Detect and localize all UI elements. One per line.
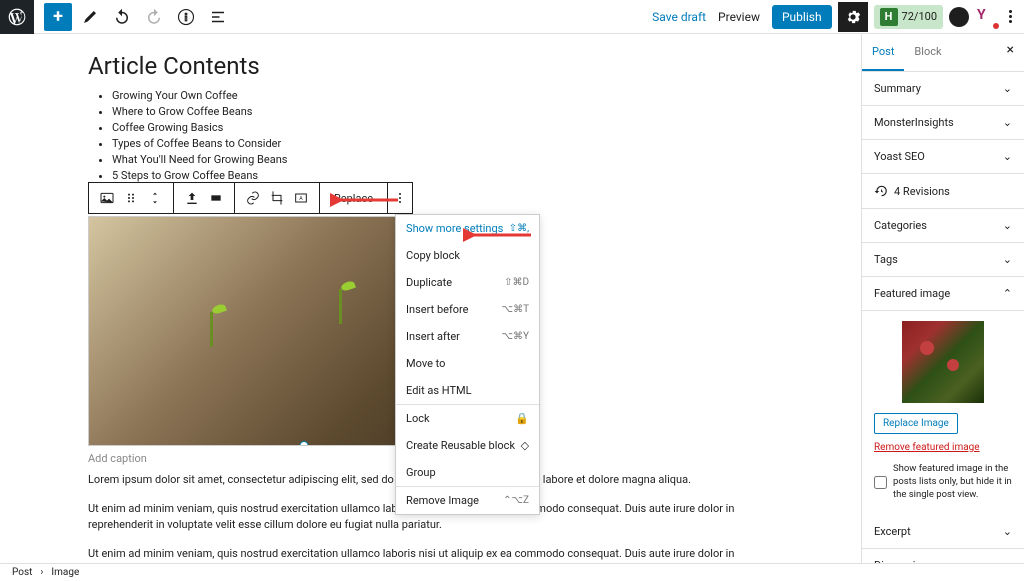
list-item[interactable]: Where to Grow Coffee Beans (112, 104, 811, 120)
panel-yoast[interactable]: Yoast SEO⌄ (862, 140, 1024, 174)
svg-text:A: A (299, 196, 303, 202)
panel-categories[interactable]: Categories⌄ (862, 209, 1024, 243)
chevron-down-icon: ⌄ (1003, 150, 1012, 163)
more-icon[interactable] (1005, 10, 1016, 23)
topbar: + Save draft Preview Publish H 72/100 (0, 0, 1024, 34)
annotation-arrow (463, 227, 533, 247)
featured-image-thumbnail[interactable] (902, 321, 984, 403)
chevron-down-icon: ⌄ (1003, 219, 1012, 232)
list-item[interactable]: What You'll Need for Growing Beans (112, 152, 811, 168)
breadcrumb-image[interactable]: Image (51, 567, 79, 578)
panel-monsterinsights[interactable]: MonsterInsights⌄ (862, 106, 1024, 140)
settings-icon[interactable] (838, 2, 868, 32)
menu-insert-before[interactable]: Insert before⌥⌘T (396, 296, 539, 323)
menu-remove-image[interactable]: Remove Image⌃⌥Z (396, 487, 539, 514)
chevron-down-icon: ⌄ (1003, 525, 1012, 538)
chevron-up-icon: ⌃ (1003, 287, 1012, 300)
chevron-down-icon: ⌄ (1003, 253, 1012, 266)
drag-handle-icon[interactable] (121, 188, 141, 208)
move-icon[interactable] (145, 188, 165, 208)
preview-link[interactable]: Preview (718, 10, 760, 24)
wp-logo[interactable] (0, 0, 34, 34)
select-tool-icon[interactable] (76, 3, 104, 31)
panel-summary[interactable]: Summary⌄ (862, 72, 1024, 106)
annotation-arrow (330, 192, 400, 212)
headline-score-badge[interactable]: H 72/100 (874, 5, 943, 29)
headline-score: 72/100 (902, 10, 937, 23)
menu-lock[interactable]: Lock🔒 (396, 405, 539, 432)
breadcrumb-sep: › (40, 567, 43, 578)
undo-icon[interactable] (108, 3, 136, 31)
breadcrumb-post[interactable]: Post (12, 567, 32, 578)
history-icon (874, 184, 888, 198)
menu-group[interactable]: Group (396, 459, 539, 486)
menu-edit-html[interactable]: Edit as HTML (396, 377, 539, 404)
panel-revisions[interactable]: 4 Revisions (862, 174, 1024, 209)
yoast-icon[interactable] (977, 7, 997, 27)
save-draft-link[interactable]: Save draft (652, 10, 706, 24)
chevron-down-icon: ⌄ (1003, 116, 1012, 129)
crop-icon[interactable] (267, 188, 287, 208)
headline-icon: H (880, 8, 898, 26)
image-block-icon[interactable] (97, 188, 117, 208)
menu-insert-after[interactable]: Insert after⌥⌘Y (396, 323, 539, 350)
menu-duplicate[interactable]: Duplicate⇧⌘D (396, 269, 539, 296)
tab-block[interactable]: Block (904, 34, 951, 71)
publish-button[interactable]: Publish (772, 5, 832, 29)
replace-image-button[interactable]: Replace Image (874, 413, 958, 434)
panel-featured-image[interactable]: Featured image⌃ (862, 277, 1024, 311)
list-item[interactable]: Coffee Growing Basics (112, 120, 811, 136)
menu-reusable-block[interactable]: Create Reusable block◇ (396, 432, 539, 459)
outline-icon[interactable] (204, 3, 232, 31)
analytics-icon[interactable] (949, 7, 969, 27)
featured-checkbox[interactable] (874, 464, 887, 501)
text-overlay-icon[interactable]: A (291, 188, 311, 208)
lock-icon: 🔒 (515, 412, 529, 425)
block-options-menu: Show more settings⇧⌘, Copy block Duplica… (395, 214, 540, 515)
align-icon[interactable] (182, 188, 202, 208)
list-item[interactable]: Growing Your Own Coffee (112, 88, 811, 104)
info-icon[interactable] (172, 3, 200, 31)
menu-move-to[interactable]: Move to (396, 350, 539, 377)
settings-sidebar: Post Block × Summary⌄ MonsterInsights⌄ Y… (861, 34, 1024, 563)
editor-canvas: Article Contents Growing Your Own Coffee… (0, 34, 861, 563)
width-icon[interactable] (206, 188, 226, 208)
redo-icon[interactable] (140, 3, 168, 31)
remove-featured-link[interactable]: Remove featured image (874, 442, 1012, 453)
paragraph[interactable]: Ut enim ad minim veniam, quis nostrud ex… (88, 546, 788, 563)
tab-post[interactable]: Post (862, 34, 904, 71)
add-block-button[interactable]: + (44, 3, 72, 31)
close-icon[interactable]: × (997, 34, 1024, 71)
list-item[interactable]: Types of Coffee Beans to Consider (112, 136, 811, 152)
featured-option[interactable]: Show featured image in the posts lists o… (874, 463, 1012, 501)
page-title[interactable]: Article Contents (88, 52, 811, 80)
breadcrumb: Post › Image (0, 563, 1024, 581)
resize-handle-bottom[interactable] (300, 441, 309, 446)
link-icon[interactable] (243, 188, 263, 208)
chevron-down-icon: ⌄ (1003, 82, 1012, 95)
reusable-icon: ◇ (521, 439, 529, 452)
panel-discussion[interactable]: Discussion⌄ (862, 549, 1024, 563)
panel-excerpt[interactable]: Excerpt⌄ (862, 515, 1024, 549)
panel-tags[interactable]: Tags⌄ (862, 243, 1024, 277)
